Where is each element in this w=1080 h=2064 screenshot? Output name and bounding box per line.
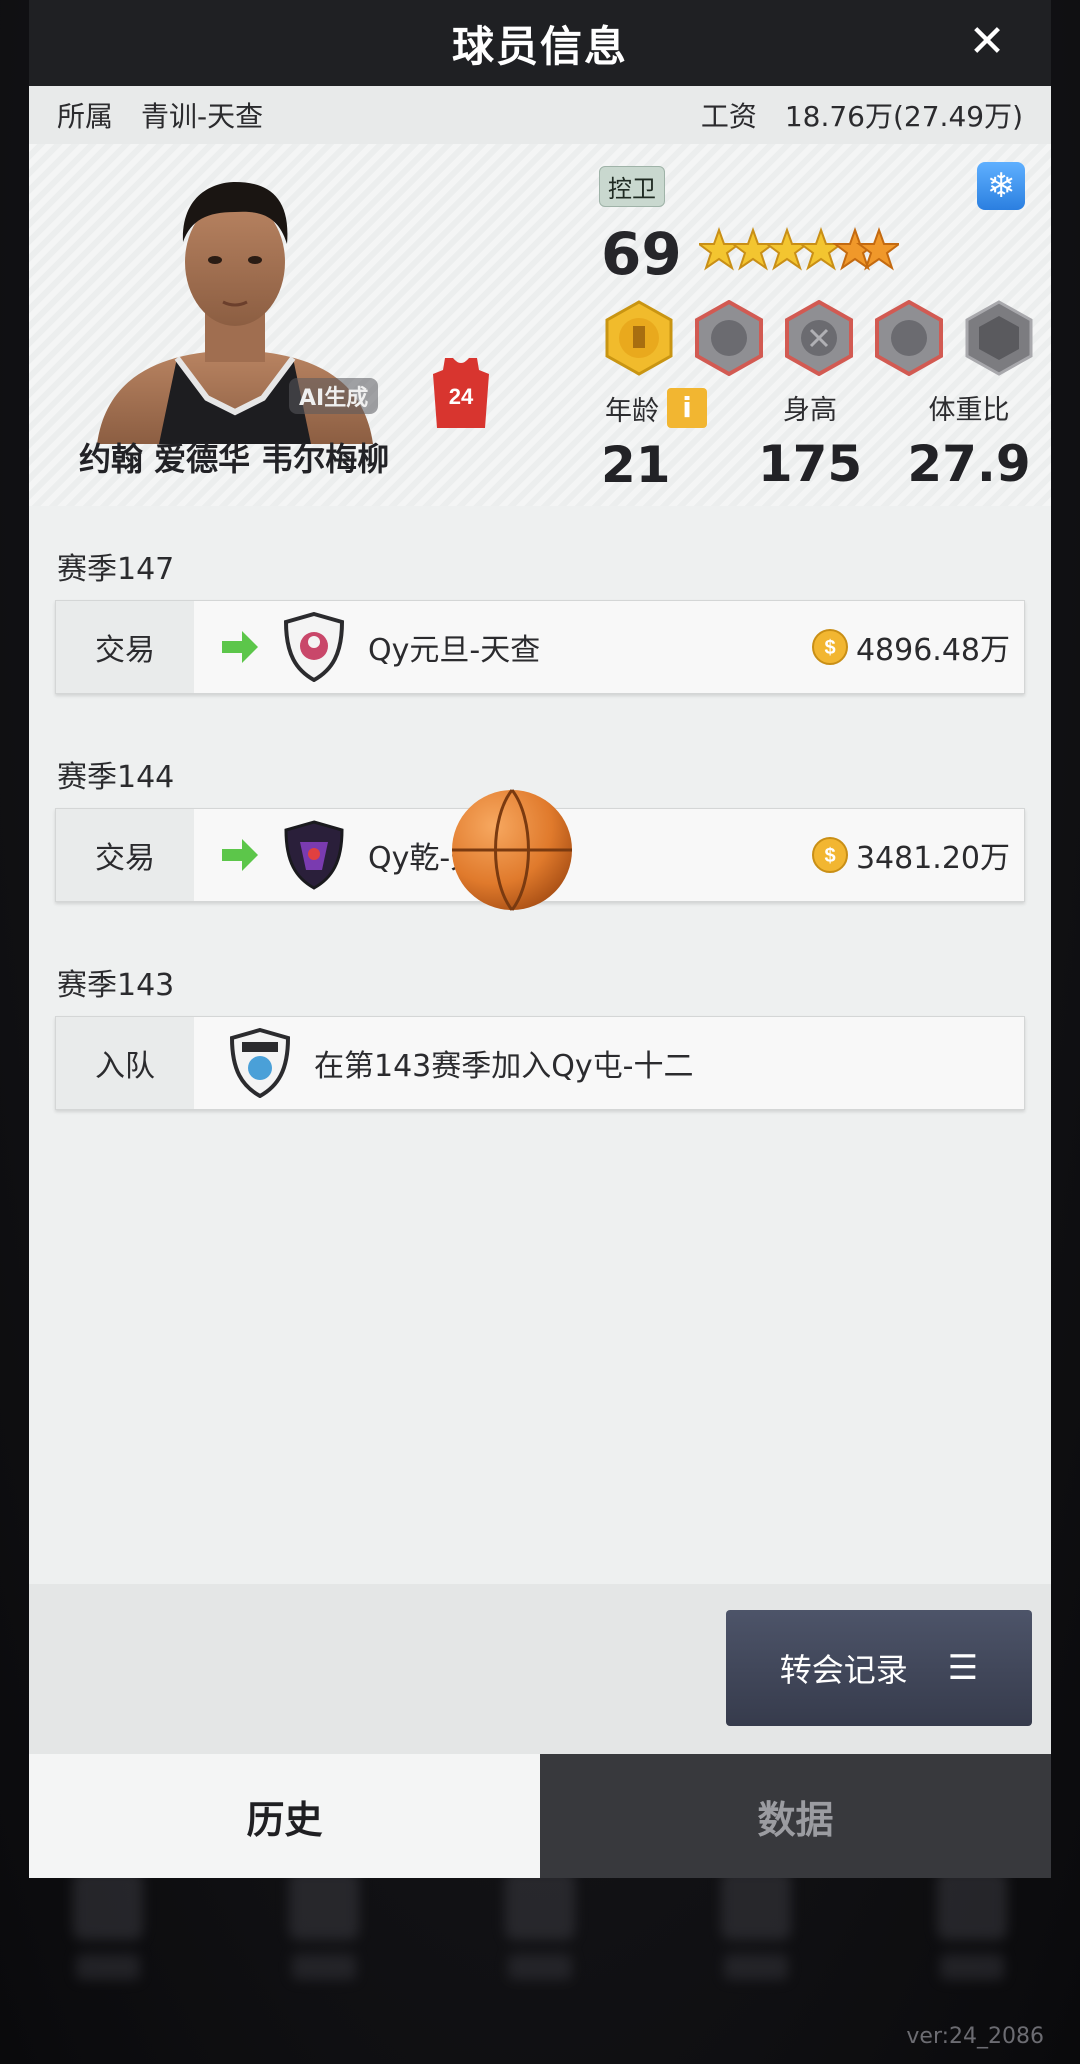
history-record[interactable]: 入队 在第143赛季加入Qy屯-十二 <box>55 1016 1025 1110</box>
team-value: 青训-天查 <box>141 100 264 133</box>
svg-text:$: $ <box>824 637 835 659</box>
info-icon[interactable]: i <box>667 388 707 428</box>
skill-badges <box>601 300 1037 376</box>
skill-locked-icon[interactable] <box>961 300 1037 376</box>
skill-red-icon[interactable] <box>871 300 947 376</box>
info-bar: 所属 青训-天查 工资 18.76万(27.49万) <box>29 86 1051 144</box>
position-badge: 控卫 <box>599 166 665 207</box>
stat-weight-ratio: 体重比 27.9 <box>899 388 1039 493</box>
blurred-nav-item <box>485 1870 595 2030</box>
team-crest-icon <box>284 820 344 890</box>
version-label: ver:24_2086 <box>906 2024 1044 2049</box>
transfer-record-label: 转会记录 <box>779 1651 908 1689</box>
skill-red-icon[interactable] <box>691 300 767 376</box>
stat-label: 身高 <box>783 395 837 426</box>
basketball-icon[interactable] <box>450 788 574 912</box>
team-name: 在第143赛季加入Qy屯-十二 <box>314 1049 694 1084</box>
jersey-number: 24 <box>449 384 474 409</box>
blurred-nav-item <box>269 1870 379 2030</box>
modal-title: 球员信息 <box>451 21 628 71</box>
modal-header: 球员信息 ✕ <box>29 0 1051 86</box>
fee-value: 4896.48万 <box>855 633 1010 668</box>
tab-bar: 历史 数据 <box>29 1754 1051 1878</box>
stat-height: 身高 175 <box>745 388 875 493</box>
star-half <box>832 227 899 271</box>
tab-history[interactable]: 历史 <box>29 1754 540 1878</box>
stat-value: 175 <box>757 435 863 493</box>
salary-value: 18.76万(27.49万) <box>784 100 1023 133</box>
team-crest-icon <box>283 612 345 682</box>
player-info-modal: 球员信息 ✕ 所属 青训-天查 工资 18.76万(27.49万) AI生成 2… <box>29 0 1051 1878</box>
svg-text:$: $ <box>824 845 835 867</box>
team-label: 所属 <box>57 100 114 133</box>
blurred-nav-item <box>917 1870 1027 2030</box>
stat-age: 年龄 i 21 <box>601 388 711 494</box>
coin-icon: $ <box>811 837 848 873</box>
skill-red-icon[interactable] <box>781 300 857 376</box>
history-record[interactable]: 交易 Qy元旦-天查 $ 4896.48万 <box>55 600 1025 694</box>
transfer-record-button[interactable]: 转会记录 ☰ <box>726 1610 1032 1726</box>
stat-label: 年龄 <box>605 395 659 427</box>
overall-rating: 69 <box>601 220 682 288</box>
jersey-icon: 24 <box>433 358 489 428</box>
record-type: 交易 <box>56 601 194 693</box>
close-button[interactable]: ✕ <box>959 14 1015 70</box>
arrow-right-icon <box>222 631 258 663</box>
blurred-nav-item <box>53 1870 163 2030</box>
blurred-nav-item <box>701 1870 811 2030</box>
season-label: 赛季144 <box>57 760 175 795</box>
player-card: AI生成 24 约翰 爱德华 韦尔梅柳 控卫 ❄ 69 年龄 i 21 身高 1… <box>29 144 1051 506</box>
team-crest-icon <box>229 1028 291 1098</box>
season-label: 赛季143 <box>57 968 175 1003</box>
snowflake-icon[interactable]: ❄ <box>977 162 1025 210</box>
menu-icon: ☰ <box>947 1648 979 1688</box>
star-full <box>699 227 844 271</box>
salary-label: 工资 <box>700 100 757 133</box>
skill-gold-icon[interactable] <box>601 300 677 376</box>
team-name: Qy元旦-天查 <box>368 633 541 668</box>
fee-value: 3481.20万 <box>855 841 1010 876</box>
stat-value: 21 <box>601 436 671 494</box>
star-rating-icon <box>699 227 899 271</box>
tab-data[interactable]: 数据 <box>540 1754 1051 1878</box>
transfer-fee: $ 4896.48万 <box>811 625 1010 669</box>
stat-label: 体重比 <box>928 395 1010 426</box>
record-type: 交易 <box>56 809 194 901</box>
player-name: 约翰 爱德华 韦尔梅柳 <box>79 440 390 478</box>
transfer-fee: $ 3481.20万 <box>811 833 1010 877</box>
season-label: 赛季147 <box>57 552 175 587</box>
record-type: 入队 <box>56 1017 194 1109</box>
coin-icon: $ <box>811 629 848 665</box>
ai-generated-tag: AI生成 <box>289 378 379 414</box>
stat-value: 27.9 <box>907 435 1031 493</box>
arrow-right-icon <box>222 839 258 871</box>
